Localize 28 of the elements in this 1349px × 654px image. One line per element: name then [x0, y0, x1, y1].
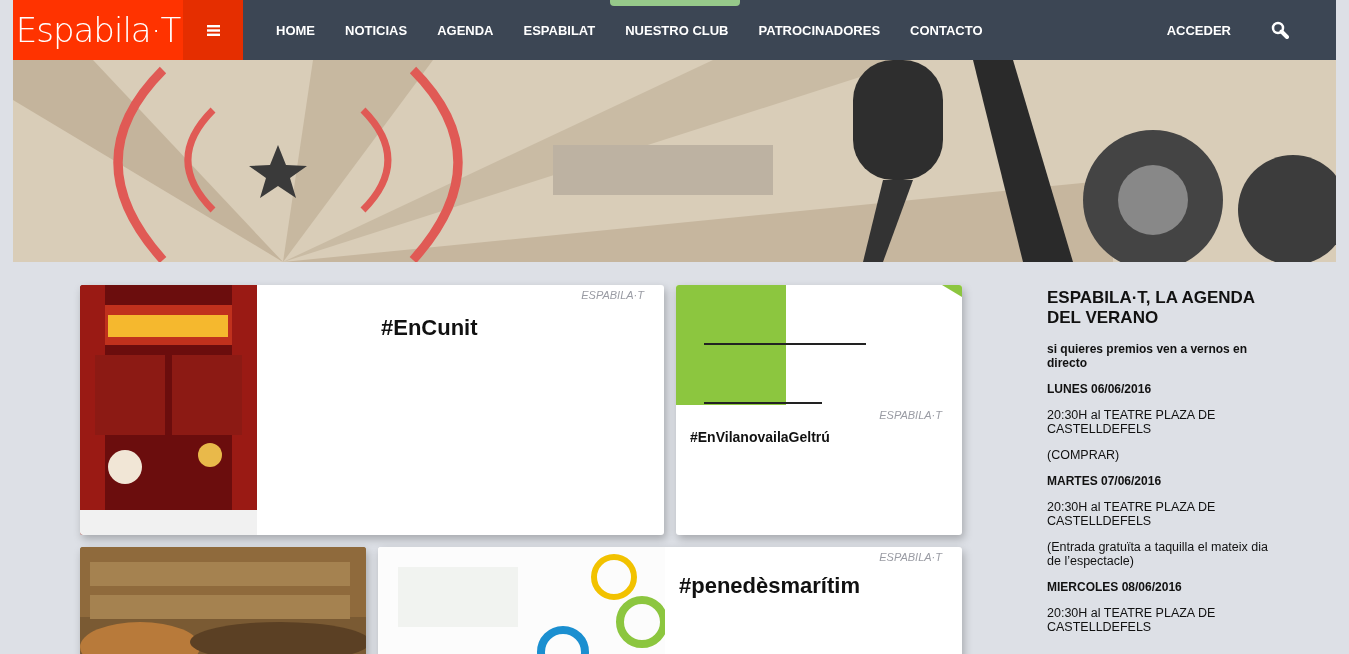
nav-link[interactable]: NUESTRO CLUB — [625, 22, 729, 38]
nav-link[interactable]: HOME — [276, 22, 315, 38]
nav-link[interactable]: NOTICIAS — [345, 22, 408, 38]
event-date: MARTES 07/06/2016 — [1047, 474, 1163, 488]
tab-handle[interactable] — [610, 0, 740, 6]
category-label: ESPABILA·T — [879, 551, 942, 563]
event-text: 20:30H al TEATRE PLAZA DE CASTELLDEFELS — [1047, 408, 1217, 436]
sidebar-intro: si quieres premios ven a vernos en directo — [1047, 342, 1249, 370]
nav-link[interactable]: PATROCINADORES — [758, 22, 881, 38]
post-title[interactable]: #EnCunit — [381, 315, 644, 341]
category-label: ESPABILA·T — [581, 289, 644, 301]
event-text: 20:30H al TEATRE PLAZA DE CASTELLDEFELS — [1047, 606, 1217, 634]
category-label: ESPABILA·T — [879, 409, 942, 421]
nav-link[interactable]: AGENDA — [437, 22, 494, 38]
login-link[interactable]: ACCEDER — [1166, 22, 1231, 38]
event-text: 20:30H al TEATRE PLAZA DE CASTELLDEFELS — [1047, 500, 1217, 528]
sidebar-title: ESPABILA·T, LA AGENDA DEL VERANO — [1047, 288, 1256, 328]
post-title[interactable]: #EnVilanovailaGeltrú — [690, 429, 942, 445]
event-text: (Entrada gratuïta a taquilla el mateix dia de l’espectacle) — [1047, 540, 1269, 568]
menu-icon — [206, 24, 220, 36]
nav-link[interactable]: ESPABILAT — [523, 22, 596, 38]
post-title[interactable]: #penedèsmarítim — [679, 573, 942, 599]
menu-button[interactable] — [183, 0, 243, 60]
event-text: (COMPRAR) — [1047, 448, 1121, 462]
event-date: MIERCOLES 08/06/2016 — [1047, 580, 1183, 594]
nav-link[interactable]: CONTACTO — [910, 22, 983, 38]
search-icon[interactable] — [1271, 21, 1289, 39]
event-date: LUNES 06/06/2016 — [1047, 382, 1153, 396]
